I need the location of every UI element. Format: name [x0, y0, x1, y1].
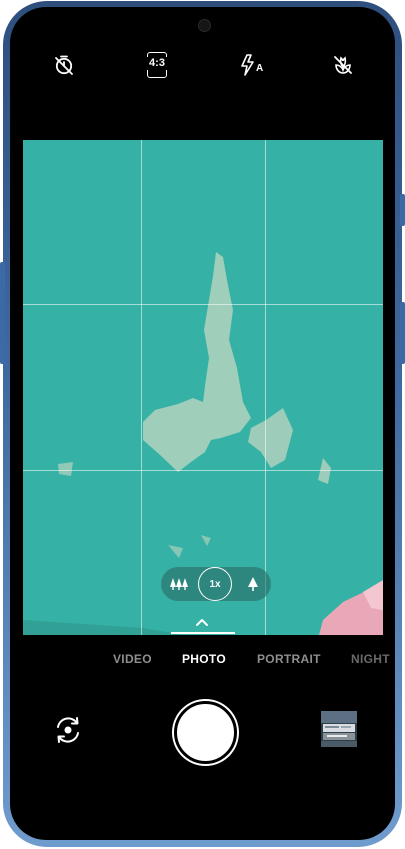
viewfinder-scene	[23, 140, 383, 635]
gallery-thumbnail[interactable]	[321, 711, 357, 747]
side-button	[400, 302, 405, 364]
tree-icon[interactable]	[235, 567, 271, 601]
flash-auto-label: A	[256, 63, 264, 74]
mode-night[interactable]: NIGHT	[351, 652, 390, 666]
zoom-label: 1x	[209, 578, 221, 590]
grid-line-v2	[265, 140, 266, 635]
shutter-button[interactable]	[174, 701, 237, 764]
top-controls: 4:3 A	[10, 47, 395, 83]
mode-video[interactable]: VIDEO	[113, 652, 152, 666]
aspect-ratio-label: 4:3	[144, 57, 170, 70]
lens-selector: 1x	[161, 567, 271, 601]
macro-off-icon[interactable]	[325, 47, 361, 83]
camera-flip-icon[interactable]	[48, 710, 88, 750]
timer-off-icon[interactable]	[46, 47, 82, 83]
mode-portrait[interactable]: PORTRAIT	[257, 652, 321, 666]
power-button	[400, 194, 405, 226]
aspect-ratio-button[interactable]: 4:3	[139, 47, 175, 83]
front-camera	[198, 19, 211, 32]
volume-button	[0, 262, 5, 364]
grid-line-h2	[23, 470, 383, 471]
mode-photo[interactable]: PHOTO	[182, 652, 226, 666]
mode-indicator	[171, 632, 235, 634]
trees-icon[interactable]	[161, 567, 197, 601]
camera-viewfinder[interactable]: 1x	[23, 140, 383, 635]
camera-screen: 4:3 A 1x VIDEO PHOTO PORTRAIT NIGHT	[10, 7, 395, 840]
zoom-1x-button[interactable]: 1x	[198, 567, 232, 601]
grid-line-h1	[23, 304, 383, 305]
grid-line-v1	[141, 140, 142, 635]
chevron-up-icon[interactable]	[194, 616, 210, 628]
flash-auto-icon[interactable]: A	[232, 47, 268, 83]
mode-selector: VIDEO PHOTO PORTRAIT NIGHT	[10, 652, 395, 672]
